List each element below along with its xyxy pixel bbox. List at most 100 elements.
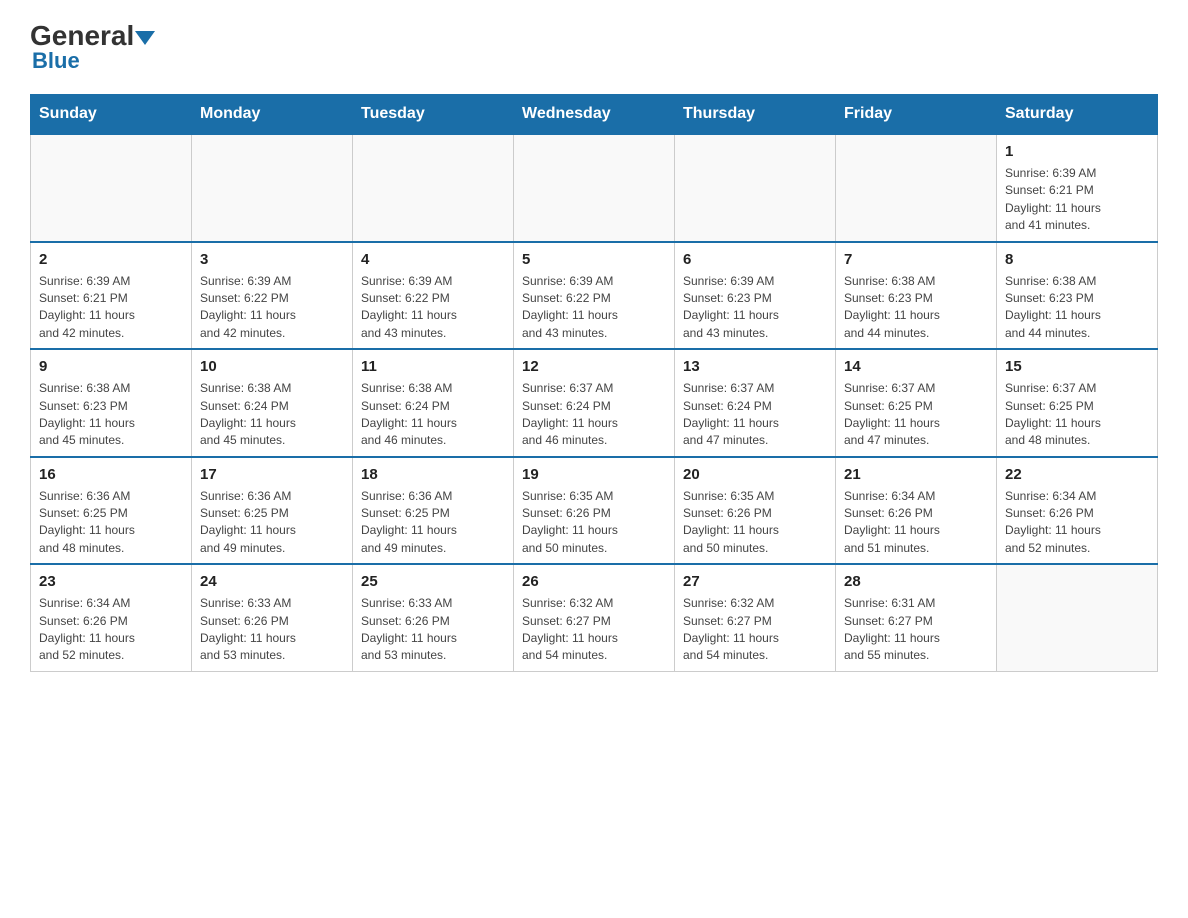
calendar-cell: 22 Sunrise: 6:34 AM Sunset: 6:26 PM Dayli…: [997, 457, 1158, 565]
calendar-cell: 18 Sunrise: 6:36 AM Sunset: 6:25 PM Dayli…: [353, 457, 514, 565]
day-number: 12: [522, 356, 666, 377]
calendar-cell: [192, 134, 353, 242]
week-row-4: 16 Sunrise: 6:36 AM Sunset: 6:25 PM Dayli…: [31, 457, 1158, 565]
calendar-cell: 1 Sunrise: 6:39 AM Sunset: 6:21 PM Daylig…: [997, 134, 1158, 242]
calendar-cell: 15Sunrise: 6:37 AM Sunset: 6:25 PM Dayli…: [997, 349, 1158, 457]
week-row-5: 23 Sunrise: 6:34 AM Sunset: 6:26 PM Dayli…: [31, 564, 1158, 671]
day-info: Sunrise: 6:37 AM Sunset: 6:25 PM Dayligh…: [1005, 380, 1149, 450]
day-number: 24: [200, 571, 344, 592]
day-number: 21: [844, 464, 988, 485]
week-row-3: 9 Sunrise: 6:38 AM Sunset: 6:23 PM Daylig…: [31, 349, 1158, 457]
day-info: Sunrise: 6:35 AM Sunset: 6:26 PM Dayligh…: [683, 488, 827, 558]
calendar-cell: 16 Sunrise: 6:36 AM Sunset: 6:25 PM Dayli…: [31, 457, 192, 565]
day-number: 17: [200, 464, 344, 485]
day-number: 18: [361, 464, 505, 485]
day-info: Sunrise: 6:39 AM Sunset: 6:22 PM Dayligh…: [522, 273, 666, 343]
weekday-header-thursday: Thursday: [675, 95, 836, 135]
calendar-cell: 8 Sunrise: 6:38 AM Sunset: 6:23 PM Daylig…: [997, 242, 1158, 350]
calendar-cell: 21 Sunrise: 6:34 AM Sunset: 6:26 PM Dayli…: [836, 457, 997, 565]
day-info: Sunrise: 6:39 AM Sunset: 6:22 PM Dayligh…: [361, 273, 505, 343]
day-info: Sunrise: 6:32 AM Sunset: 6:27 PM Dayligh…: [522, 595, 666, 665]
day-info: Sunrise: 6:38 AM Sunset: 6:24 PM Dayligh…: [200, 380, 344, 450]
day-info: Sunrise: 6:37 AM Sunset: 6:25 PM Dayligh…: [844, 380, 988, 450]
day-number: 16: [39, 464, 183, 485]
day-info: Sunrise: 6:34 AM Sunset: 6:26 PM Dayligh…: [844, 488, 988, 558]
calendar-cell: 10 Sunrise: 6:38 AM Sunset: 6:24 PM Dayli…: [192, 349, 353, 457]
calendar-cell: [836, 134, 997, 242]
calendar-cell: 25 Sunrise: 6:33 AM Sunset: 6:26 PM Dayli…: [353, 564, 514, 671]
day-info: Sunrise: 6:35 AM Sunset: 6:26 PM Dayligh…: [522, 488, 666, 558]
logo-blue-text: Blue: [32, 48, 156, 74]
calendar-cell: [353, 134, 514, 242]
day-number: 3: [200, 249, 344, 270]
day-number: 1: [1005, 141, 1149, 162]
calendar-cell: 27 Sunrise: 6:32 AM Sunset: 6:27 PM Dayli…: [675, 564, 836, 671]
calendar-cell: [31, 134, 192, 242]
calendar-cell: 5 Sunrise: 6:39 AM Sunset: 6:22 PM Daylig…: [514, 242, 675, 350]
day-info: Sunrise: 6:39 AM Sunset: 6:21 PM Dayligh…: [39, 273, 183, 343]
calendar-cell: 17 Sunrise: 6:36 AM Sunset: 6:25 PM Dayli…: [192, 457, 353, 565]
calendar-cell: 7 Sunrise: 6:38 AM Sunset: 6:23 PM Daylig…: [836, 242, 997, 350]
day-info: Sunrise: 6:37 AM Sunset: 6:24 PM Dayligh…: [522, 380, 666, 450]
calendar-cell: 28 Sunrise: 6:31 AM Sunset: 6:27 PM Dayli…: [836, 564, 997, 671]
page-header: General Blue: [30, 20, 1158, 74]
logo: General Blue: [30, 20, 156, 74]
day-number: 11: [361, 356, 505, 377]
day-info: Sunrise: 6:38 AM Sunset: 6:23 PM Dayligh…: [844, 273, 988, 343]
calendar-cell: 26 Sunrise: 6:32 AM Sunset: 6:27 PM Dayli…: [514, 564, 675, 671]
day-number: 7: [844, 249, 988, 270]
calendar-cell: 14 Sunrise: 6:37 AM Sunset: 6:25 PM Dayli…: [836, 349, 997, 457]
day-info: Sunrise: 6:39 AM Sunset: 6:23 PM Dayligh…: [683, 273, 827, 343]
calendar-cell: [997, 564, 1158, 671]
day-info: Sunrise: 6:33 AM Sunset: 6:26 PM Dayligh…: [200, 595, 344, 665]
calendar-cell: 6 Sunrise: 6:39 AM Sunset: 6:23 PM Daylig…: [675, 242, 836, 350]
day-number: 13: [683, 356, 827, 377]
weekday-header-row: SundayMondayTuesdayWednesdayThursdayFrid…: [31, 95, 1158, 135]
day-number: 10: [200, 356, 344, 377]
day-number: 26: [522, 571, 666, 592]
day-info: Sunrise: 6:36 AM Sunset: 6:25 PM Dayligh…: [39, 488, 183, 558]
day-info: Sunrise: 6:38 AM Sunset: 6:23 PM Dayligh…: [1005, 273, 1149, 343]
day-number: 9: [39, 356, 183, 377]
day-number: 5: [522, 249, 666, 270]
day-info: Sunrise: 6:32 AM Sunset: 6:27 PM Dayligh…: [683, 595, 827, 665]
calendar-cell: 24 Sunrise: 6:33 AM Sunset: 6:26 PM Dayli…: [192, 564, 353, 671]
day-number: 14: [844, 356, 988, 377]
day-info: Sunrise: 6:34 AM Sunset: 6:26 PM Dayligh…: [1005, 488, 1149, 558]
calendar-cell: 4 Sunrise: 6:39 AM Sunset: 6:22 PM Daylig…: [353, 242, 514, 350]
logo-arrow-icon: [135, 31, 155, 45]
calendar-table: SundayMondayTuesdayWednesdayThursdayFrid…: [30, 94, 1158, 672]
calendar-cell: 11Sunrise: 6:38 AM Sunset: 6:24 PM Dayli…: [353, 349, 514, 457]
day-info: Sunrise: 6:39 AM Sunset: 6:22 PM Dayligh…: [200, 273, 344, 343]
day-info: Sunrise: 6:38 AM Sunset: 6:23 PM Dayligh…: [39, 380, 183, 450]
day-info: Sunrise: 6:39 AM Sunset: 6:21 PM Dayligh…: [1005, 165, 1149, 235]
week-row-2: 2 Sunrise: 6:39 AM Sunset: 6:21 PM Daylig…: [31, 242, 1158, 350]
day-number: 28: [844, 571, 988, 592]
day-number: 8: [1005, 249, 1149, 270]
day-number: 4: [361, 249, 505, 270]
day-info: Sunrise: 6:36 AM Sunset: 6:25 PM Dayligh…: [200, 488, 344, 558]
weekday-header-sunday: Sunday: [31, 95, 192, 135]
calendar-cell: 9 Sunrise: 6:38 AM Sunset: 6:23 PM Daylig…: [31, 349, 192, 457]
weekday-header-friday: Friday: [836, 95, 997, 135]
day-info: Sunrise: 6:34 AM Sunset: 6:26 PM Dayligh…: [39, 595, 183, 665]
day-info: Sunrise: 6:36 AM Sunset: 6:25 PM Dayligh…: [361, 488, 505, 558]
calendar-cell: 2 Sunrise: 6:39 AM Sunset: 6:21 PM Daylig…: [31, 242, 192, 350]
day-number: 27: [683, 571, 827, 592]
calendar-cell: [514, 134, 675, 242]
day-number: 20: [683, 464, 827, 485]
calendar-cell: 12 Sunrise: 6:37 AM Sunset: 6:24 PM Dayli…: [514, 349, 675, 457]
weekday-header-tuesday: Tuesday: [353, 95, 514, 135]
day-number: 22: [1005, 464, 1149, 485]
day-number: 25: [361, 571, 505, 592]
day-number: 2: [39, 249, 183, 270]
calendar-cell: 3 Sunrise: 6:39 AM Sunset: 6:22 PM Daylig…: [192, 242, 353, 350]
week-row-1: 1 Sunrise: 6:39 AM Sunset: 6:21 PM Daylig…: [31, 134, 1158, 242]
day-info: Sunrise: 6:31 AM Sunset: 6:27 PM Dayligh…: [844, 595, 988, 665]
weekday-header-saturday: Saturday: [997, 95, 1158, 135]
day-number: 23: [39, 571, 183, 592]
weekday-header-monday: Monday: [192, 95, 353, 135]
calendar-cell: 19Sunrise: 6:35 AM Sunset: 6:26 PM Dayli…: [514, 457, 675, 565]
day-number: 6: [683, 249, 827, 270]
day-info: Sunrise: 6:33 AM Sunset: 6:26 PM Dayligh…: [361, 595, 505, 665]
